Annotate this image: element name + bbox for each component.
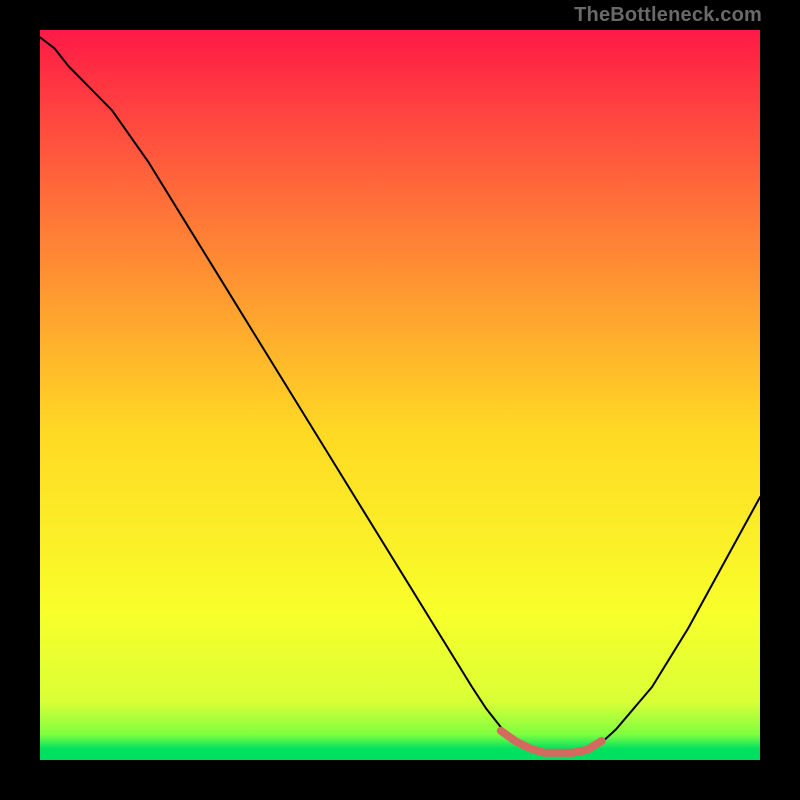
chart-svg <box>40 30 760 760</box>
watermark-text: TheBottleneck.com <box>574 4 762 27</box>
chart-frame: TheBottleneck.com <box>0 0 800 800</box>
plot-area <box>40 30 760 760</box>
gradient-background <box>40 30 760 760</box>
